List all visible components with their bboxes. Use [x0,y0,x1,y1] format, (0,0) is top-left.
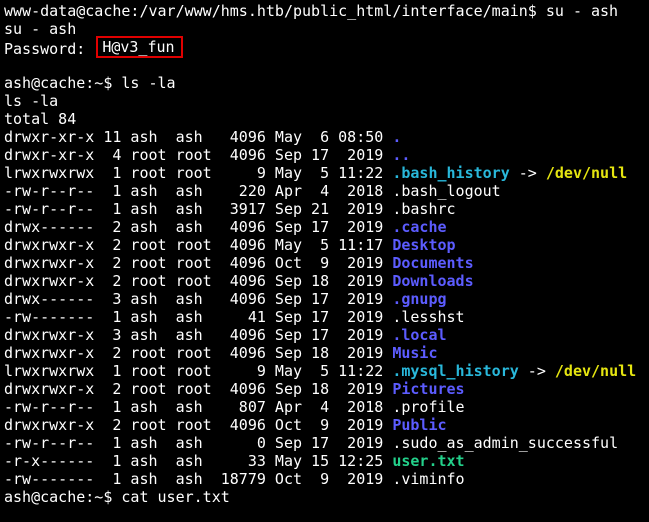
file-name: .cache [392,218,447,236]
listing-row: lrwxrwxrwx 1 root root 9 May 5 11:22 .my… [4,362,649,380]
file-meta: -rw-r--r-- 1 ash ash 807 Apr 4 2018 [4,398,393,416]
file-name: Music [392,344,438,362]
prompt-cat-command: ash@cache:~$ cat user.txt [4,488,230,506]
file-name: .profile [392,398,465,416]
symlink-arrow: -> [518,362,555,380]
file-name: Downloads [392,272,474,290]
file-meta: drwxrwxr-x 3 ash ash 4096 Sep 17 2019 [4,326,393,344]
file-name: .viminfo [392,470,465,488]
file-meta: drwxrwxr-x 2 root root 4096 Sep 18 2019 [4,344,393,362]
file-listing: drwxr-xr-x 11 ash ash 4096 May 6 08:50 .… [4,128,649,488]
file-meta: drwx------ 3 ash ash 4096 Sep 17 2019 [4,290,393,308]
password-label: Password: [4,40,95,58]
file-meta: drwx------ 2 ash ash 4096 Sep 17 2019 [4,218,393,236]
file-meta: drwxrwxr-x 2 root root 4096 Sep 18 2019 [4,380,393,398]
password-line: Password: H@v3_fun [4,36,649,58]
file-meta: drwxr-xr-x 11 ash ash 4096 May 6 08:50 [4,128,393,146]
file-meta: -rw------- 1 ash ash 18779 Oct 9 2019 [4,470,393,488]
file-name: .local [392,326,447,344]
file-name: .bash_logout [392,182,501,200]
listing-row: -rw------- 1 ash ash 18779 Oct 9 2019 .v… [4,470,649,488]
file-meta: drwxrwxr-x 2 root root 4096 Oct 9 2019 [4,254,393,272]
listing-row: drwx------ 2 ash ash 4096 Sep 17 2019 .c… [4,218,649,236]
file-name: .. [392,146,411,164]
file-meta: drwxr-xr-x 4 root root 4096 Sep 17 2019 [4,146,393,164]
listing-row: -rw-r--r-- 1 ash ash 3917 Sep 21 2019 .b… [4,200,649,218]
file-name: Public [392,416,447,434]
file-meta: -rw------- 1 ash ash 41 Sep 17 2019 [4,308,393,326]
file-meta: -rw-r--r-- 1 ash ash 3917 Sep 21 2019 [4,200,393,218]
file-meta: -rw-r--r-- 1 ash ash 0 Sep 17 2019 [4,434,393,452]
file-name: Documents [392,254,474,272]
listing-total: total 84 [4,110,77,128]
listing-row: drwxrwxr-x 2 root root 4096 Oct 9 2019 D… [4,254,649,272]
file-name: .lesshst [392,308,465,326]
file-meta: drwxrwxr-x 2 root root 4096 May 5 11:17 [4,236,393,254]
file-meta: -r-x------ 1 ash ash 33 May 15 12:25 [4,452,393,470]
password-highlight-box: H@v3_fun [96,36,183,58]
file-name: .mysql_history [392,362,519,380]
listing-row: -rw-r--r-- 1 ash ash 0 Sep 17 2019 .sudo… [4,434,649,452]
file-name: .gnupg [392,290,447,308]
symlink-arrow: -> [509,164,546,182]
listing-row: drwxrwxr-x 3 ash ash 4096 Sep 17 2019 .l… [4,326,649,344]
file-name: Pictures [392,380,465,398]
file-name: user.txt [392,452,465,470]
file-name: Desktop [392,236,456,254]
file-name: . [392,128,402,146]
echo-ls-command: ls -la [4,92,59,110]
prompt-su-command: www-data@cache:/var/www/hms.htb/public_h… [4,2,619,20]
listing-row: -rw------- 1 ash ash 41 Sep 17 2019 .les… [4,308,649,326]
listing-row: drwxrwxr-x 2 root root 4096 Sep 18 2019 … [4,272,649,290]
listing-row: -rw-r--r-- 1 ash ash 807 Apr 4 2018 .pro… [4,398,649,416]
listing-row: drwxrwxr-x 2 root root 4096 Sep 18 2019 … [4,380,649,398]
listing-row: drwxrwxr-x 2 root root 4096 May 5 11:17 … [4,236,649,254]
listing-row: drwx------ 3 ash ash 4096 Sep 17 2019 .g… [4,290,649,308]
symlink-target: /dev/null [545,164,628,182]
prompt-ls-command: ash@cache:~$ ls -la [4,74,176,92]
listing-row: drwxr-xr-x 4 root root 4096 Sep 17 2019 … [4,146,649,164]
listing-row: drwxr-xr-x 11 ash ash 4096 May 6 08:50 . [4,128,649,146]
file-name: .bash_history [392,164,510,182]
file-meta: drwxrwxr-x 2 root root 4096 Sep 18 2019 [4,272,393,290]
file-name: .bashrc [392,200,456,218]
symlink-target: /dev/null [554,362,637,380]
file-meta: lrwxrwxrwx 1 root root 9 May 5 11:22 [4,164,393,182]
file-meta: drwxrwxr-x 2 root root 4096 Oct 9 2019 [4,416,393,434]
listing-row: -r-x------ 1 ash ash 33 May 15 12:25 use… [4,452,649,470]
listing-row: -rw-r--r-- 1 ash ash 220 Apr 4 2018 .bas… [4,182,649,200]
file-meta: -rw-r--r-- 1 ash ash 220 Apr 4 2018 [4,182,393,200]
listing-row: drwxrwxr-x 2 root root 4096 Sep 18 2019 … [4,344,649,362]
file-meta: lrwxrwxrwx 1 root root 9 May 5 11:22 [4,362,393,380]
listing-row: drwxrwxr-x 2 root root 4096 Oct 9 2019 P… [4,416,649,434]
file-name: .sudo_as_admin_successful [392,434,619,452]
listing-row: lrwxrwxrwx 1 root root 9 May 5 11:22 .ba… [4,164,649,182]
terminal-window[interactable]: www-data@cache:/var/www/hms.htb/public_h… [0,0,649,522]
